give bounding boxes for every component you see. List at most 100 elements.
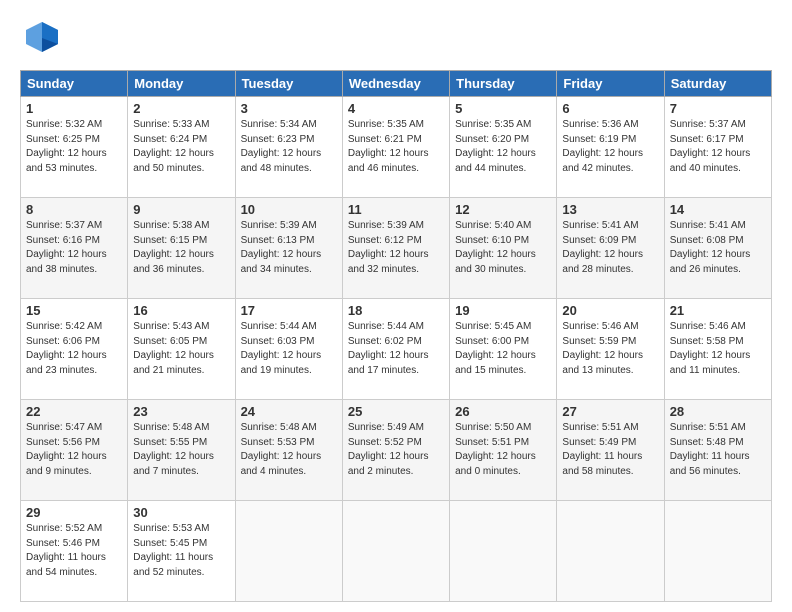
table-row — [450, 501, 557, 602]
day-number: 9 — [133, 202, 229, 217]
table-row: 3 Sunrise: 5:34 AM Sunset: 6:23 PM Daylig… — [235, 97, 342, 198]
day-info: Sunrise: 5:50 AM Sunset: 5:51 PM Dayligh… — [455, 421, 551, 479]
col-sunday: Sunday — [21, 71, 128, 97]
table-row: 20 Sunrise: 5:46 AM Sunset: 5:59 PM Dayli… — [557, 299, 664, 400]
day-info: Sunrise: 5:37 AM Sunset: 6:16 PM Dayligh… — [26, 219, 122, 277]
day-number: 21 — [670, 303, 766, 318]
day-number: 13 — [562, 202, 658, 217]
table-row: 25 Sunrise: 5:49 AM Sunset: 5:52 PM Dayli… — [342, 400, 449, 501]
table-row — [664, 501, 771, 602]
day-info: Sunrise: 5:45 AM Sunset: 6:00 PM Dayligh… — [455, 320, 551, 378]
calendar-week-row: 29 Sunrise: 5:52 AM Sunset: 5:46 PM Dayli… — [21, 501, 772, 602]
col-tuesday: Tuesday — [235, 71, 342, 97]
day-number: 24 — [241, 404, 337, 419]
table-row: 8 Sunrise: 5:37 AM Sunset: 6:16 PM Daylig… — [21, 198, 128, 299]
day-info: Sunrise: 5:48 AM Sunset: 5:55 PM Dayligh… — [133, 421, 229, 479]
table-row: 2Sunrise: 5:33 AM Sunset: 6:24 PM Daylig… — [128, 97, 235, 198]
day-number: 29 — [26, 505, 122, 520]
table-row: 21 Sunrise: 5:46 AM Sunset: 5:58 PM Dayli… — [664, 299, 771, 400]
logo — [20, 16, 68, 60]
day-info: Sunrise: 5:34 AM Sunset: 6:23 PM Dayligh… — [241, 118, 337, 176]
day-number: 26 — [455, 404, 551, 419]
day-number: 19 — [455, 303, 551, 318]
day-number: 10 — [241, 202, 337, 217]
table-row: 5 Sunrise: 5:35 AM Sunset: 6:20 PM Daylig… — [450, 97, 557, 198]
header — [20, 16, 772, 60]
table-row: 26 Sunrise: 5:50 AM Sunset: 5:51 PM Dayli… — [450, 400, 557, 501]
day-info: Sunrise: 5:49 AM Sunset: 5:52 PM Dayligh… — [348, 421, 444, 479]
table-row: 13Sunrise: 5:41 AM Sunset: 6:09 PM Dayli… — [557, 198, 664, 299]
day-info: Sunrise: 5:32 AM Sunset: 6:25 PM Dayligh… — [26, 118, 122, 176]
day-number: 11 — [348, 202, 444, 217]
table-row: 19 Sunrise: 5:45 AM Sunset: 6:00 PM Dayli… — [450, 299, 557, 400]
table-row: 17 Sunrise: 5:44 AM Sunset: 6:03 PM Dayli… — [235, 299, 342, 400]
col-thursday: Thursday — [450, 71, 557, 97]
day-number: 5 — [455, 101, 551, 116]
table-row — [557, 501, 664, 602]
day-number: 20 — [562, 303, 658, 318]
col-saturday: Saturday — [664, 71, 771, 97]
table-row: 15 Sunrise: 5:42 AM Sunset: 6:06 PM Dayli… — [21, 299, 128, 400]
table-row: 4 Sunrise: 5:35 AM Sunset: 6:21 PM Daylig… — [342, 97, 449, 198]
day-number: 16 — [133, 303, 229, 318]
day-number: 12 — [455, 202, 551, 217]
day-number: 3 — [241, 101, 337, 116]
table-row: 6Sunrise: 5:36 AM Sunset: 6:19 PM Daylig… — [557, 97, 664, 198]
day-info: Sunrise: 5:40 AM Sunset: 6:10 PM Dayligh… — [455, 219, 551, 277]
day-info: Sunrise: 5:35 AM Sunset: 6:20 PM Dayligh… — [455, 118, 551, 176]
table-row: 9 Sunrise: 5:38 AM Sunset: 6:15 PM Daylig… — [128, 198, 235, 299]
table-row: 23 Sunrise: 5:48 AM Sunset: 5:55 PM Dayli… — [128, 400, 235, 501]
day-info: Sunrise: 5:35 AM Sunset: 6:21 PM Dayligh… — [348, 118, 444, 176]
table-row: 30 Sunrise: 5:53 AM Sunset: 5:45 PM Dayli… — [128, 501, 235, 602]
table-row — [342, 501, 449, 602]
logo-icon — [20, 16, 64, 60]
day-number: 27 — [562, 404, 658, 419]
day-info: Sunrise: 5:46 AM Sunset: 5:58 PM Dayligh… — [670, 320, 766, 378]
col-wednesday: Wednesday — [342, 71, 449, 97]
calendar-week-row: 1 Sunrise: 5:32 AM Sunset: 6:25 PM Daylig… — [21, 97, 772, 198]
day-info: Sunrise: 5:47 AM Sunset: 5:56 PM Dayligh… — [26, 421, 122, 479]
table-row: 7 Sunrise: 5:37 AM Sunset: 6:17 PM Daylig… — [664, 97, 771, 198]
table-row — [235, 501, 342, 602]
day-number: 18 — [348, 303, 444, 318]
calendar-week-row: 22 Sunrise: 5:47 AM Sunset: 5:56 PM Dayli… — [21, 400, 772, 501]
table-row: 10 Sunrise: 5:39 AM Sunset: 6:13 PM Dayli… — [235, 198, 342, 299]
day-number: 6 — [562, 101, 658, 116]
day-info: Sunrise: 5:52 AM Sunset: 5:46 PM Dayligh… — [26, 522, 122, 580]
table-row: 29 Sunrise: 5:52 AM Sunset: 5:46 PM Dayli… — [21, 501, 128, 602]
table-row: 16Sunrise: 5:43 AM Sunset: 6:05 PM Dayli… — [128, 299, 235, 400]
day-number: 23 — [133, 404, 229, 419]
day-number: 28 — [670, 404, 766, 419]
table-row: 18 Sunrise: 5:44 AM Sunset: 6:02 PM Dayli… — [342, 299, 449, 400]
calendar-header-row: Sunday Monday Tuesday Wednesday Thursday… — [21, 71, 772, 97]
day-info: Sunrise: 5:39 AM Sunset: 6:13 PM Dayligh… — [241, 219, 337, 277]
day-number: 30 — [133, 505, 229, 520]
col-monday: Monday — [128, 71, 235, 97]
table-row: 28 Sunrise: 5:51 AM Sunset: 5:48 PM Dayli… — [664, 400, 771, 501]
day-info: Sunrise: 5:51 AM Sunset: 5:48 PM Dayligh… — [670, 421, 766, 479]
day-info: Sunrise: 5:44 AM Sunset: 6:03 PM Dayligh… — [241, 320, 337, 378]
table-row: 1 Sunrise: 5:32 AM Sunset: 6:25 PM Daylig… — [21, 97, 128, 198]
day-number: 8 — [26, 202, 122, 217]
day-info: Sunrise: 5:53 AM Sunset: 5:45 PM Dayligh… — [133, 522, 229, 580]
day-number: 7 — [670, 101, 766, 116]
day-number: 15 — [26, 303, 122, 318]
table-row: 14Sunrise: 5:41 AM Sunset: 6:08 PM Dayli… — [664, 198, 771, 299]
day-info: Sunrise: 5:37 AM Sunset: 6:17 PM Dayligh… — [670, 118, 766, 176]
calendar-table: Sunday Monday Tuesday Wednesday Thursday… — [20, 70, 772, 602]
day-number: 1 — [26, 101, 122, 116]
day-number: 25 — [348, 404, 444, 419]
table-row: 27Sunrise: 5:51 AM Sunset: 5:49 PM Dayli… — [557, 400, 664, 501]
day-number: 22 — [26, 404, 122, 419]
day-info: Sunrise: 5:48 AM Sunset: 5:53 PM Dayligh… — [241, 421, 337, 479]
table-row: 11Sunrise: 5:39 AM Sunset: 6:12 PM Dayli… — [342, 198, 449, 299]
day-number: 2 — [133, 101, 229, 116]
day-info: Sunrise: 5:42 AM Sunset: 6:06 PM Dayligh… — [26, 320, 122, 378]
page: Sunday Monday Tuesday Wednesday Thursday… — [0, 0, 792, 612]
day-number: 17 — [241, 303, 337, 318]
day-number: 4 — [348, 101, 444, 116]
day-info: Sunrise: 5:38 AM Sunset: 6:15 PM Dayligh… — [133, 219, 229, 277]
day-info: Sunrise: 5:46 AM Sunset: 5:59 PM Dayligh… — [562, 320, 658, 378]
day-info: Sunrise: 5:41 AM Sunset: 6:08 PM Dayligh… — [670, 219, 766, 277]
day-info: Sunrise: 5:44 AM Sunset: 6:02 PM Dayligh… — [348, 320, 444, 378]
